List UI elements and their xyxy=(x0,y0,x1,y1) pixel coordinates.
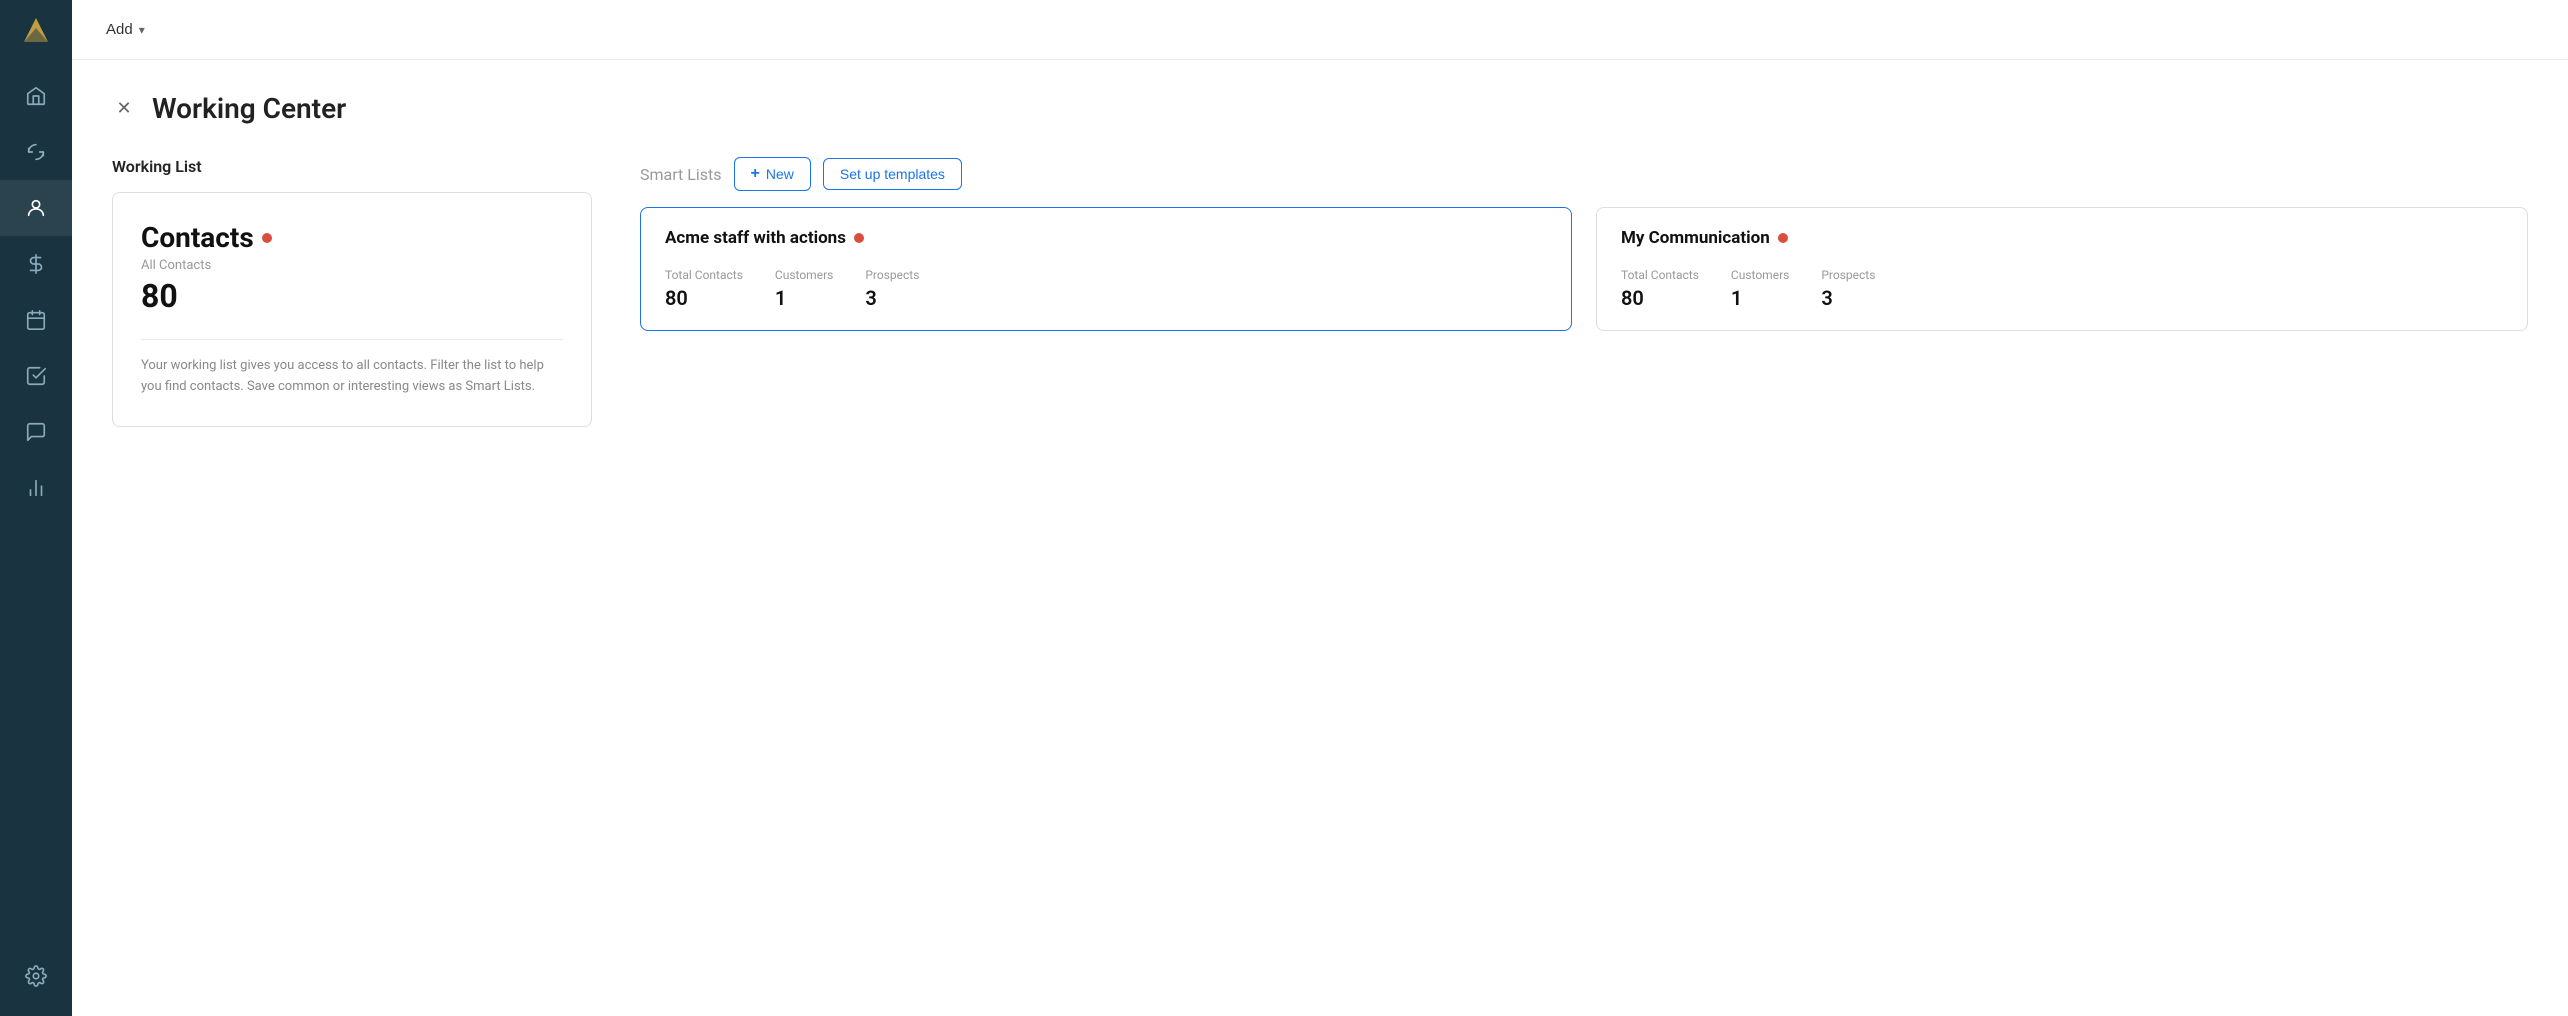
sidebar-nav xyxy=(0,60,72,948)
templates-button-label: Set up templates xyxy=(840,166,945,182)
sidebar-item-contacts[interactable] xyxy=(0,180,72,236)
contacts-status-dot xyxy=(262,233,272,243)
logo[interactable] xyxy=(0,0,72,60)
plus-icon: + xyxy=(751,165,760,183)
chevron-down-icon: ▾ xyxy=(139,23,145,37)
smart-list-card-0[interactable]: Acme staff with actions Total Contacts 8… xyxy=(640,207,1572,331)
set-up-templates-button[interactable]: Set up templates xyxy=(823,158,962,190)
smart-card-1-title-row: My Communication xyxy=(1621,228,2503,248)
sidebar-item-messages[interactable] xyxy=(0,404,72,460)
working-section: Working List Contacts All Contacts 80 Yo… xyxy=(112,157,2528,427)
new-button-label: New xyxy=(766,166,794,182)
add-button[interactable]: Add ▾ xyxy=(96,15,155,44)
page-header: ✕ Working Center xyxy=(112,92,2528,125)
page-title: Working Center xyxy=(152,92,346,125)
contacts-divider xyxy=(141,339,563,340)
smart-lists-header: Smart Lists + New Set up templates xyxy=(640,157,2528,191)
close-button[interactable]: ✕ xyxy=(112,97,136,121)
sidebar-item-calendar[interactable] xyxy=(0,292,72,348)
smart-card-0-stats: Total Contacts 80 Customers 1 Prospects … xyxy=(665,268,1547,310)
stat-prospects-0: Prospects 3 xyxy=(865,268,919,310)
sidebar xyxy=(0,0,72,1016)
smart-card-0-title: Acme staff with actions xyxy=(665,228,846,248)
smart-card-0-title-row: Acme staff with actions xyxy=(665,228,1547,248)
all-contacts-label: All Contacts xyxy=(141,258,563,273)
smart-lists-label: Smart Lists xyxy=(640,165,722,184)
smart-lists-column: Smart Lists + New Set up templates Acme … xyxy=(640,157,2528,331)
smart-card-1-dot xyxy=(1778,233,1788,243)
content-area: ✕ Working Center Working List Contacts A… xyxy=(72,60,2568,1016)
working-list-label: Working List xyxy=(112,157,592,176)
stat-prospects-1: Prospects 3 xyxy=(1821,268,1875,310)
main-area: Add ▾ ✕ Working Center Working List Cont… xyxy=(72,0,2568,1016)
contacts-description: Your working list gives you access to al… xyxy=(141,356,563,398)
sidebar-item-sync[interactable] xyxy=(0,124,72,180)
working-list-column: Working List Contacts All Contacts 80 Yo… xyxy=(112,157,592,427)
sidebar-bottom xyxy=(0,948,72,1016)
smart-list-cards: Acme staff with actions Total Contacts 8… xyxy=(640,207,2528,331)
contacts-title-row: Contacts xyxy=(141,221,563,254)
stat-customers-0: Customers 1 xyxy=(775,268,833,310)
sidebar-item-home[interactable] xyxy=(0,68,72,124)
stat-customers-1: Customers 1 xyxy=(1731,268,1789,310)
smart-card-1-title: My Communication xyxy=(1621,228,1770,248)
stat-total-contacts-0: Total Contacts 80 xyxy=(665,268,743,310)
sidebar-item-reports[interactable] xyxy=(0,460,72,516)
contacts-count: 80 xyxy=(141,277,563,315)
sidebar-item-finance[interactable] xyxy=(0,236,72,292)
contacts-card: Contacts All Contacts 80 Your working li… xyxy=(112,192,592,427)
smart-card-0-dot xyxy=(854,233,864,243)
smart-card-1-stats: Total Contacts 80 Customers 1 Prospects … xyxy=(1621,268,2503,310)
sidebar-item-tasks[interactable] xyxy=(0,348,72,404)
add-label: Add xyxy=(106,21,133,38)
sidebar-item-settings[interactable] xyxy=(0,948,72,1004)
smart-list-card-1[interactable]: My Communication Total Contacts 80 Custo… xyxy=(1596,207,2528,331)
new-smart-list-button[interactable]: + New xyxy=(734,157,811,191)
stat-total-contacts-1: Total Contacts 80 xyxy=(1621,268,1699,310)
contacts-title: Contacts xyxy=(141,221,254,254)
topbar: Add ▾ xyxy=(72,0,2568,60)
